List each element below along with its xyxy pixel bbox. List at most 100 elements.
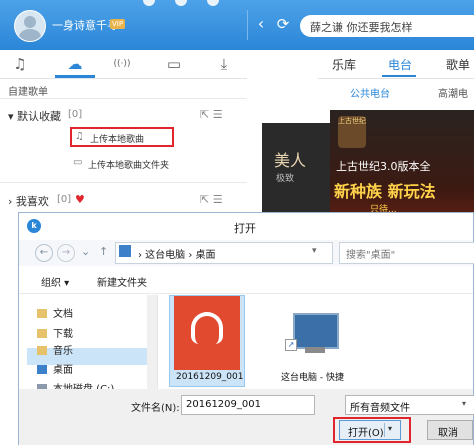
tree-item-label: 文档 — [53, 309, 73, 320]
up-arrow-icon[interactable]: ↑ — [99, 245, 108, 258]
chevron-down-icon[interactable]: ▾ — [388, 424, 392, 433]
upload-song-button[interactable]: ♫ 上传本地歌曲 — [70, 127, 174, 147]
banner-left-title: 美人 — [274, 151, 307, 170]
playlist-tools[interactable]: ⇱ ☰ — [200, 193, 223, 206]
tab-radio[interactable]: 电台 — [388, 56, 412, 73]
download-icon[interactable]: ⤓ — [214, 54, 234, 74]
user-name[interactable]: 一身诗意千寻 — [52, 17, 118, 33]
cloud-icon[interactable]: ☁ — [65, 54, 85, 74]
cancel-label: 取消 — [438, 428, 458, 439]
folder-icon — [37, 329, 47, 338]
tree-item-music[interactable]: 音乐 — [37, 342, 73, 358]
tree-item-label: 桌面 — [53, 365, 73, 376]
banner-left-sub: 极致 — [276, 174, 295, 184]
tree-item-label: 下载 — [53, 329, 73, 340]
settings-icon[interactable] — [207, 0, 219, 6]
subtab-climax-radio[interactable]: 高潮电 — [438, 85, 468, 100]
top-icons — [135, 0, 245, 8]
folder-icon — [37, 346, 47, 355]
tree-scrollbar[interactable] — [147, 295, 157, 399]
chevron-down-icon[interactable]: ▾ — [312, 246, 317, 256]
my-love-label[interactable]: › 我喜欢 — [8, 193, 49, 209]
divider — [0, 98, 247, 99]
dialog-toolbar: 组织 ▾ 新建文件夹 — [19, 269, 473, 294]
chevron-down-icon[interactable]: ⌄ — [81, 245, 90, 258]
forward-arrow-icon[interactable]: → — [57, 244, 75, 262]
tree-item-label: 音乐 — [53, 346, 73, 357]
computer-icon — [119, 245, 131, 257]
file-name-value: 20161209_001 — [186, 399, 261, 410]
game-logo: 上古世纪 — [338, 116, 366, 148]
path-text: › 这台电脑 › 桌面 — [138, 250, 216, 261]
vip-badge: VIP — [110, 19, 126, 29]
refresh-button[interactable]: ⟳ — [274, 14, 292, 34]
default-fav-count: [0] — [68, 109, 83, 120]
dialog-title: 打开 — [234, 222, 256, 235]
banner-line1: 上古世纪3.0版本全 — [336, 160, 431, 173]
top-bar: 一身诗意千寻 VIP ‹ ⟳ 薛之谦 你还要我怎样 — [0, 0, 474, 50]
shortcut-arrow-icon: ↗ — [285, 339, 297, 351]
tree-item-downloads[interactable]: 下载 — [37, 325, 73, 341]
search-input[interactable]: 薛之谦 你还要我怎样 — [310, 19, 413, 35]
skin-icon[interactable] — [175, 0, 187, 6]
app-icon: k — [27, 219, 41, 233]
music-note-icon[interactable]: ♫ — [10, 54, 30, 74]
file-name-label: 文件名(N): — [131, 403, 180, 414]
tree-item-documents[interactable]: 文档 — [37, 305, 73, 321]
divider — [0, 182, 247, 183]
headphones-icon — [191, 312, 223, 344]
folder-search-placeholder: 搜索"桌面" — [346, 250, 396, 261]
playlist-tools[interactable]: ⇱ ☰ — [200, 108, 223, 121]
device-icon[interactable]: ▭ — [164, 54, 184, 74]
audio-file-icon — [174, 296, 240, 370]
default-fav-text: 默认收藏 — [17, 110, 62, 123]
open-file-dialog: k 打开 ← → ⌄ ↑ › 这台电脑 › 桌面 ▾ 搜索"桌面" 组织 ▾ 新… — [18, 212, 474, 445]
chevron-down-icon[interactable]: ▾ — [8, 110, 17, 123]
upload-folder-button[interactable]: 上传本地歌曲文件夹 — [88, 158, 169, 171]
default-fav-label[interactable]: ▾ 默认收藏 — [8, 108, 61, 124]
folder-search-input[interactable]: 搜索"桌面" — [339, 242, 474, 264]
divider — [384, 423, 385, 437]
self-playlist-header: 自建歌单 — [8, 87, 48, 98]
tab-library[interactable]: 乐库 — [332, 56, 356, 73]
tree-item-desktop[interactable]: 桌面 — [37, 361, 73, 377]
search-box[interactable]: 薛之谦 你还要我怎样 — [300, 15, 474, 37]
organize-button[interactable]: 组织 ▾ — [41, 274, 69, 289]
file-name-field[interactable]: 20161209_001 — [181, 395, 315, 415]
banner-line2: 新种族 新玩法 — [334, 182, 436, 201]
nav-active-indicator — [55, 75, 95, 78]
folder-tree: 文档 下载 音乐 桌面 本地磁盘 (C:) — [19, 295, 158, 399]
folder-icon — [37, 309, 47, 318]
folder-upload-icon: ▭ — [73, 157, 83, 168]
back-button[interactable]: ‹ — [252, 14, 270, 34]
heart-icon: ♥ — [75, 193, 85, 206]
dialog-footer: 文件名(N): 20161209_001 所有音频文件 ▾ 打开(O) ▾ 取消 — [19, 389, 474, 445]
radio-icon[interactable]: ((·)) — [112, 54, 132, 74]
file-item[interactable]: ↗ — [281, 313, 341, 365]
divider — [247, 10, 248, 40]
left-nav: ♫ ☁ ((·)) ▭ ⤓ — [0, 50, 247, 79]
chevron-down-icon[interactable]: ▾ — [462, 399, 466, 408]
computer-icon — [293, 313, 339, 349]
new-folder-button[interactable]: 新建文件夹 — [97, 274, 147, 289]
mail-icon[interactable] — [143, 0, 155, 6]
upload-icon: ♫ — [75, 131, 84, 142]
sub-tabs: 公共电台 高潮电 — [318, 80, 474, 102]
address-bar: ← → ⌄ ↑ › 这台电脑 › 桌面 ▾ 搜索"桌面" — [19, 240, 474, 266]
subtab-public-radio[interactable]: 公共电台 — [350, 85, 390, 100]
tab-active-indicator — [382, 75, 416, 77]
file-item[interactable]: 20161209_001 — [169, 295, 245, 387]
open-button[interactable]: 打开(O) ▾ — [339, 420, 401, 440]
cancel-button[interactable]: 取消 — [427, 420, 473, 440]
file-type-value: 所有音频文件 — [350, 403, 410, 414]
desktop-icon — [37, 365, 47, 374]
file-name[interactable]: 这台电脑 - 快捷 — [281, 370, 344, 383]
my-love-count: [0] — [57, 194, 72, 205]
tab-playlist[interactable]: 歌单 — [446, 56, 470, 73]
path-field[interactable]: › 这台电脑 › 桌面 ▾ — [115, 242, 333, 264]
chevron-right-icon[interactable]: › — [8, 195, 16, 208]
open-label: 打开(O) — [348, 428, 384, 439]
file-type-select[interactable]: 所有音频文件 ▾ — [345, 395, 474, 415]
back-arrow-icon[interactable]: ← — [35, 244, 53, 262]
avatar[interactable] — [14, 10, 46, 42]
